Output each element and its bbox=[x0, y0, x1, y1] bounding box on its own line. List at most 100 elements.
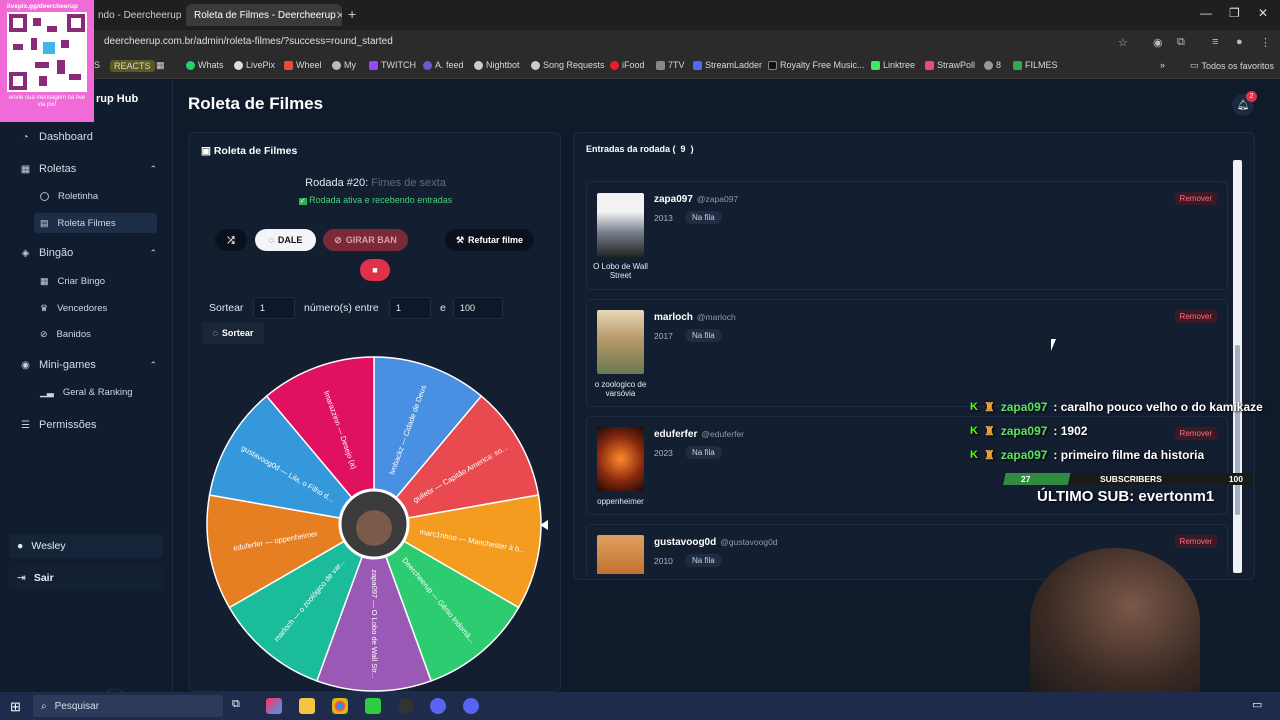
sortear-button[interactable]: ◌ Sortear bbox=[202, 322, 264, 344]
remove-button[interactable]: Remover bbox=[1174, 427, 1217, 440]
logout-button[interactable]: ⇥ Sair bbox=[9, 566, 163, 590]
menu-icon[interactable]: ⋮ bbox=[1260, 36, 1271, 49]
bookmark-my[interactable]: My bbox=[332, 60, 356, 70]
sidebar-item-roletinha[interactable]: Roletinha bbox=[40, 186, 163, 206]
sortear-qty-input[interactable]: 1 bbox=[253, 297, 295, 319]
remove-button[interactable]: Remover bbox=[1174, 192, 1217, 205]
restore-icon[interactable]: ❐ bbox=[1229, 6, 1240, 20]
globe-icon bbox=[234, 60, 243, 70]
sidebar: rup Hub ◔ Dashboard ▦ Roletas ⌃ Roletinha ▤… bbox=[0, 80, 173, 710]
sidebar-item-dashboard[interactable]: ◔ Dashboard bbox=[20, 131, 160, 143]
task-view-icon[interactable]: ⧉ bbox=[232, 698, 248, 714]
chevron-right-icon[interactable]: » bbox=[1160, 60, 1165, 70]
address-bar: deercheerup.com.br/admin/roleta-filmes/?… bbox=[0, 30, 1280, 55]
app-icon[interactable] bbox=[365, 698, 381, 714]
folder-icon[interactable] bbox=[299, 698, 315, 714]
shuffle-button[interactable]: ⤮ bbox=[215, 229, 247, 251]
bookmark-wheel[interactable]: Wheel bbox=[284, 60, 322, 70]
entries-panel: Entradas da rodada ( 9 ) O Lobo de Wall … bbox=[573, 132, 1255, 580]
round-heading: Rodada #20: Fimes de sexta bbox=[305, 177, 446, 189]
url-field[interactable]: deercheerup.com.br/admin/roleta-filmes/?… bbox=[104, 36, 393, 47]
bookmark-filmes[interactable]: FILMES bbox=[1013, 60, 1058, 70]
wheel-pointer bbox=[540, 520, 548, 530]
bookmarks-bar: AS REACTS ▦ Whats LivePix Wheel My TWITC… bbox=[0, 55, 1280, 79]
globe-icon bbox=[332, 60, 341, 70]
bookmark-streamladder[interactable]: StreamLadder bbox=[693, 60, 762, 70]
windows-start-icon[interactable]: ⊞ bbox=[10, 699, 21, 715]
twitch-icon bbox=[369, 60, 378, 70]
close-window-icon[interactable]: ✕ bbox=[1258, 6, 1268, 20]
bookmark-royalty[interactable]: Royalty Free Music... bbox=[768, 60, 865, 70]
bookmark-nightbot[interactable]: Nightbot bbox=[474, 60, 520, 70]
bookmark-song-requests[interactable]: Song Requests bbox=[531, 60, 605, 70]
obs-icon[interactable] bbox=[398, 698, 414, 714]
sidebar-item-roletas[interactable]: ▦ Roletas ⌃ bbox=[20, 163, 157, 175]
notifications-button[interactable]: 🔔︎ 2 bbox=[1232, 91, 1257, 116]
refutar-filme-button[interactable]: ⚒ Refutar filme bbox=[445, 229, 534, 251]
sidebar-item-banidos[interactable]: ⊘ Banidos bbox=[40, 324, 163, 344]
folder-icon: ▭ bbox=[1190, 60, 1199, 70]
media-icon[interactable]: ≡ bbox=[1212, 36, 1218, 48]
close-tab-icon[interactable]: ✕ bbox=[336, 9, 342, 22]
puzzle-icon[interactable]: ⧉ bbox=[1177, 36, 1185, 49]
user-profile[interactable]: ● Wesley bbox=[9, 534, 163, 558]
kick-icon: K bbox=[970, 449, 978, 461]
minimize-icon[interactable]: — bbox=[1200, 6, 1212, 20]
roulette-wheel[interactable]: lvnbackz — Cidade de Deusgullebr — Capit… bbox=[206, 356, 542, 692]
max-input[interactable]: 100 bbox=[453, 297, 503, 319]
badge-icon: ♜ bbox=[983, 424, 995, 438]
discord-icon[interactable] bbox=[430, 698, 446, 714]
gamepad-icon: ◉ bbox=[21, 359, 30, 371]
stop-button[interactable]: ■ bbox=[360, 259, 390, 281]
star-icon[interactable]: ☆ bbox=[1118, 36, 1128, 49]
bookmark-8[interactable]: 8 bbox=[984, 60, 1001, 70]
sidebar-item-criar-bingo[interactable]: ▦ Criar Bingo bbox=[40, 271, 163, 291]
apps-icon[interactable]: ▦ bbox=[156, 60, 165, 71]
avatar-photo bbox=[356, 510, 392, 546]
close-tab-icon[interactable]: ✕ bbox=[181, 9, 182, 22]
bookmark-whats[interactable]: Whats bbox=[186, 60, 224, 70]
taskbar-search[interactable]: ⌕ Pesquisar bbox=[33, 695, 223, 717]
cubes-icon: ◈ bbox=[21, 247, 30, 259]
sidebar-item-geral-ranking[interactable]: ▁▃ Geral & Ranking bbox=[40, 382, 163, 402]
bookmark-ifood[interactable]: iFood bbox=[610, 60, 645, 70]
user-icon: ● bbox=[17, 540, 24, 552]
sidebar-item-bingao[interactable]: ◈ Bingão ⌃ bbox=[20, 247, 157, 259]
bookmark-all[interactable]: ▭ Todos os favoritos bbox=[1190, 60, 1274, 71]
bookmark-7tv[interactable]: 7TV bbox=[656, 60, 685, 70]
notification-center-icon[interactable]: ▭ bbox=[1252, 698, 1268, 714]
wheel-icon bbox=[284, 60, 293, 70]
globe-icon bbox=[984, 60, 993, 70]
feed-icon bbox=[423, 60, 432, 70]
bookmark-twitch[interactable]: TWITCH bbox=[369, 60, 416, 70]
extension-icon[interactable]: ◉ bbox=[1153, 36, 1163, 49]
movie-year: 2017 bbox=[654, 331, 673, 341]
sidebar-item-vencedores[interactable]: ♛ Vencedores bbox=[40, 298, 163, 318]
bookmark-afeed[interactable]: A. feed bbox=[423, 60, 464, 70]
girar-ban-button[interactable]: ⊘ GIRAR BAN bbox=[323, 229, 408, 251]
copilot-icon[interactable] bbox=[266, 698, 282, 714]
sidebar-item-roleta-filmes[interactable]: ▤ Roleta Filmes bbox=[34, 213, 157, 233]
sidebar-item-minigames[interactable]: ◉ Mini-games ⌃ bbox=[20, 359, 157, 371]
browser-tab-active[interactable]: Roleta de Filmes - Deercheerup ✕ bbox=[186, 4, 342, 26]
profile-avatar-icon[interactable]: ● bbox=[1236, 36, 1243, 48]
app2-icon[interactable] bbox=[463, 698, 479, 714]
new-tab-icon[interactable]: + bbox=[348, 6, 356, 22]
browser-tab-1[interactable]: ndo - Deercheerup ✕ bbox=[90, 4, 182, 26]
webcam-feed bbox=[1030, 548, 1200, 696]
chrome-icon[interactable] bbox=[332, 698, 348, 714]
bookmark-reacts[interactable]: REACTS bbox=[110, 60, 155, 72]
7tv-icon bbox=[656, 60, 665, 70]
entries-scrollbar[interactable] bbox=[1233, 160, 1242, 573]
scrollbar-thumb[interactable] bbox=[1235, 345, 1240, 515]
remove-button[interactable]: Remover bbox=[1174, 310, 1217, 323]
remove-button[interactable]: Remover bbox=[1174, 535, 1217, 548]
dale-button[interactable]: ◌ DALE bbox=[255, 229, 316, 251]
bookmark-linktree[interactable]: Linktree bbox=[871, 60, 915, 70]
bookmark-strawpoll[interactable]: StrawPoll bbox=[925, 60, 975, 70]
bookmark-livepix[interactable]: LivePix bbox=[234, 60, 275, 70]
sidebar-item-permissoes[interactable]: ☰ Permissões bbox=[20, 419, 160, 431]
dashboard-icon: ◔ bbox=[22, 131, 29, 143]
entry-card: o zoologico de varsóvia marloch @marloch … bbox=[586, 299, 1228, 407]
min-input[interactable]: 1 bbox=[389, 297, 431, 319]
